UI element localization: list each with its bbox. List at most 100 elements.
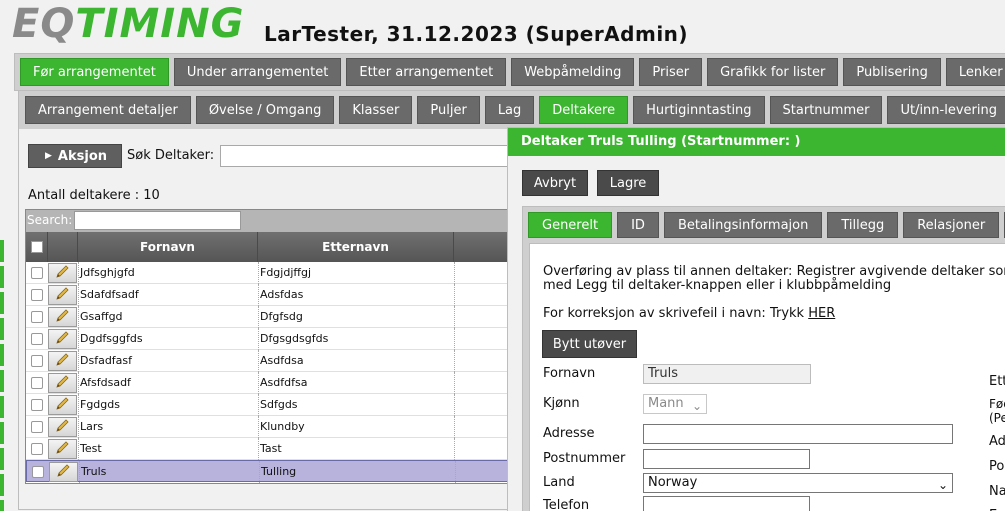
cell-extra — [454, 416, 455, 438]
edit-button[interactable] — [48, 395, 77, 415]
chevron-down-icon: ⌄ — [691, 399, 702, 413]
column-header-first-name[interactable]: Fornavn — [78, 232, 258, 262]
transfer-info-line2: med Legg til deltaker-knappen eller i kl… — [543, 278, 892, 293]
grid-search-input[interactable] — [74, 211, 241, 230]
detail-tab-tillegg[interactable]: Tillegg — [827, 212, 899, 238]
edit-button[interactable] — [49, 462, 78, 482]
country-select[interactable]: Norway ⌄ — [643, 473, 953, 493]
participant-count: Antall deltakere : 10 — [28, 188, 160, 203]
address-field[interactable] — [643, 424, 953, 444]
eqtiming-logo: EQ TIMING — [12, 1, 245, 47]
main-nav-tab-webpamelding[interactable]: Webpåmelding — [511, 58, 635, 86]
grid-search-label: Search: — [27, 213, 73, 227]
cell-last-name: Dfgfsdg — [258, 306, 454, 328]
column-header-last-name[interactable]: Etternavn — [258, 232, 454, 262]
row-checkbox[interactable] — [31, 443, 43, 455]
transfer-info-line1: Overføring av plass til annen deltaker: … — [543, 264, 1005, 279]
right-label-5: Pos — [989, 459, 1005, 474]
pencil-icon — [56, 463, 72, 481]
detail-tab-betalingsinformajon[interactable]: Betalingsinformajon — [663, 212, 823, 238]
select-all-checkbox[interactable] — [31, 241, 43, 253]
sub-nav-tab-velse-omgang[interactable]: Øvelse / Omgang — [195, 96, 335, 124]
right-label-3: (Pe — [989, 411, 1005, 425]
edit-button[interactable] — [48, 263, 77, 283]
sub-nav-tab-puljer[interactable]: Puljer — [417, 96, 480, 124]
row-checkbox[interactable] — [31, 267, 43, 279]
sub-nav-tab-arrangement-detaljer[interactable]: Arrangement detaljer — [25, 96, 191, 124]
detail-tab-id[interactable]: ID — [617, 212, 659, 238]
cell-last-name: Klundby — [258, 416, 454, 438]
sub-nav-tab-deltakere[interactable]: Deltakere — [539, 96, 629, 124]
edit-button[interactable] — [48, 417, 77, 437]
row-checkbox[interactable] — [31, 311, 43, 323]
edit-button[interactable] — [48, 439, 77, 459]
sub-nav-tab-ut-inn-levering[interactable]: Ut/inn-levering — [887, 96, 1005, 124]
main-nav-tab-lenker[interactable]: Lenker — [945, 58, 1005, 86]
main-nav-tab-f-r-arrangementet[interactable]: Før arrangementet — [20, 58, 169, 86]
cell-first-name: Lars — [78, 416, 257, 438]
gender-value: Mann — [648, 396, 684, 411]
row-checkbox[interactable] — [31, 377, 43, 389]
main-nav-tab-priser[interactable]: Priser — [639, 58, 703, 86]
cell-extra — [454, 306, 455, 328]
correction-link[interactable]: HER — [808, 306, 835, 321]
cell-first-name: Jdfsghjgfd — [78, 262, 257, 284]
cell-last-name: Asdfdfsa — [258, 372, 454, 394]
logo-timing: TIMING — [75, 1, 245, 47]
table-row[interactable]: Gsaffgd Dfgfsdg — [26, 306, 516, 328]
cell-extra — [455, 461, 456, 483]
main-nav-tab-etter-arrangementet[interactable]: Etter arrangementet — [346, 58, 507, 86]
table-row[interactable]: Sdafdfsadf Adsfdas — [26, 284, 516, 306]
sub-nav-tab-lag[interactable]: Lag — [484, 96, 535, 124]
cell-last-name: Asdfdsa — [258, 350, 454, 372]
sub-nav-tab-startnummer[interactable]: Startnummer — [769, 96, 883, 124]
table-row[interactable]: Fgdgds Sdfgds — [26, 394, 516, 416]
correction-text: For korreksjon av skrivefeil i navn: Try… — [543, 306, 805, 321]
aksjon-button[interactable]: ▶ Aksjon — [28, 144, 122, 168]
row-checkbox[interactable] — [31, 399, 43, 411]
first-name-field[interactable]: Truls — [643, 364, 811, 384]
edit-button[interactable] — [48, 373, 77, 393]
main-nav-tab-under-arrangementet[interactable]: Under arrangementet — [173, 58, 342, 86]
table-row[interactable]: Afsfdsadf Asdfdfsa — [26, 372, 516, 394]
table-row[interactable]: Jdfsghjgfd Fdgjdjffgj — [26, 262, 516, 284]
edit-button[interactable] — [48, 329, 77, 349]
table-row[interactable]: Truls Tulling — [26, 460, 516, 483]
main-nav-tabs: Før arrangementet Under arrangementet Ette… — [20, 58, 1005, 86]
table-row[interactable]: Dsfadfasf Asdfdsa — [26, 350, 516, 372]
table-row[interactable]: Lars Klundby — [26, 416, 516, 438]
table-row[interactable]: Dgdfsggfds Dfgsgdsgfds — [26, 328, 516, 350]
detail-tab-relasjoner[interactable]: Relasjoner — [903, 212, 1000, 238]
postal-code-field[interactable] — [643, 449, 810, 469]
logo-eq: EQ — [12, 1, 76, 47]
edit-button[interactable] — [48, 285, 77, 305]
row-checkbox[interactable] — [31, 333, 43, 345]
main-nav-tab-publisering[interactable]: Publisering — [843, 58, 941, 86]
page-title: LarTester, 31.12.2023 (SuperAdmin) — [264, 22, 689, 46]
edit-button[interactable] — [48, 307, 77, 327]
gender-select[interactable]: Mann ⌄ — [643, 394, 707, 414]
row-checkbox[interactable] — [32, 466, 44, 478]
sub-nav-tab-hurtiginntasting[interactable]: Hurtiginntasting — [633, 96, 765, 124]
detail-tab-generelt[interactable]: Generelt — [528, 212, 613, 238]
pencil-icon — [55, 374, 71, 392]
save-button[interactable]: Lagre — [597, 170, 659, 196]
table-row[interactable]: Test Tast — [26, 438, 516, 460]
chevron-down-icon: ⌄ — [937, 478, 948, 492]
edit-button[interactable] — [48, 351, 77, 371]
swap-participant-button[interactable]: Bytt utøver — [542, 330, 637, 358]
correction-info: For korreksjon av skrivefeil i navn: Try… — [543, 306, 835, 321]
cell-last-name: Fdgjdjffgj — [258, 262, 454, 284]
cell-last-name: Tast — [258, 438, 454, 460]
row-checkbox[interactable] — [31, 355, 43, 367]
search-participant-input[interactable] — [220, 145, 520, 167]
row-checkbox[interactable] — [31, 421, 43, 433]
cell-extra — [454, 438, 455, 460]
cancel-button[interactable]: Avbryt — [522, 170, 588, 196]
row-checkbox[interactable] — [31, 289, 43, 301]
phone-field[interactable] — [643, 496, 810, 511]
main-nav-tab-grafikk-for-lister[interactable]: Grafikk for lister — [707, 58, 839, 86]
cell-extra — [454, 394, 455, 416]
grid-header: Fornavn Etternavn — [26, 232, 516, 262]
sub-nav-tab-klasser[interactable]: Klasser — [339, 96, 413, 124]
